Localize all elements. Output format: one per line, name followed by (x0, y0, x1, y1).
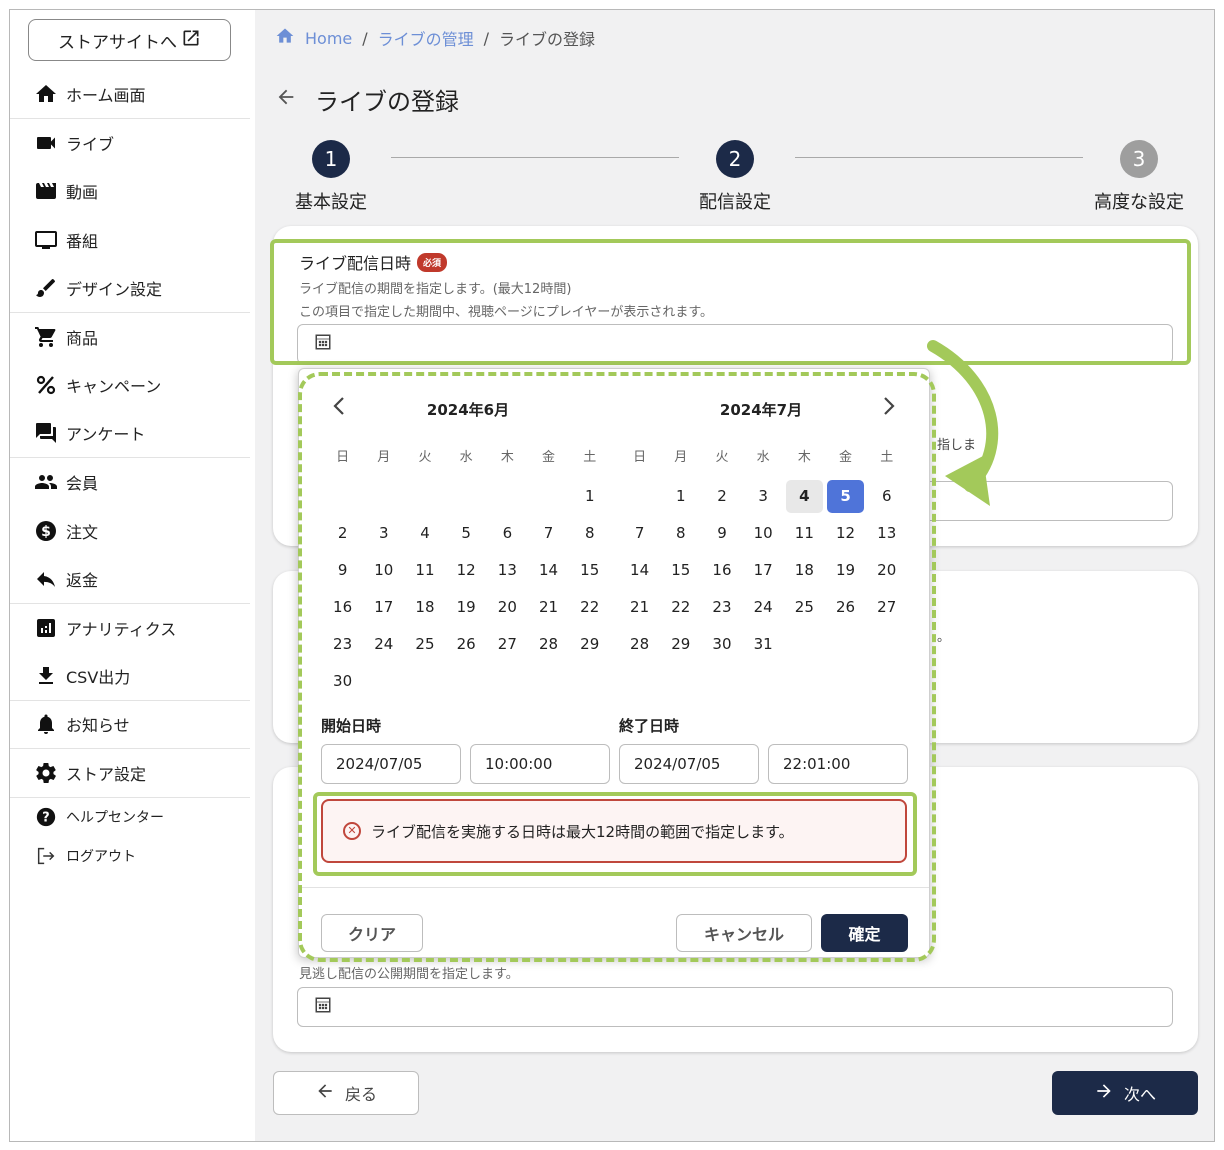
sidebar-item-members[interactable]: 会員 (10, 458, 250, 507)
sidebar-item-campaigns[interactable]: キャンペーン (10, 361, 250, 410)
back-button[interactable]: 戻る (273, 1071, 419, 1115)
cart-icon (34, 325, 58, 349)
sidebar-item-help[interactable]: ? ヘルプセンター (10, 798, 250, 837)
dollar-icon: $ (34, 519, 58, 543)
sidebar-item-store-settings[interactable]: ストア設定 (10, 749, 250, 798)
peek-text: 。 (937, 630, 951, 645)
sidebar-item-surveys[interactable]: アンケート (10, 410, 250, 458)
archive-period-input[interactable] (297, 987, 1173, 1027)
video-camera-icon (34, 131, 58, 155)
sidebar-item-orders[interactable]: $ 注文 (10, 507, 250, 556)
sidebar-item-label: ライブ (66, 134, 115, 154)
sidebar-item-label: デザイン設定 (66, 279, 163, 299)
next-button-label: 次へ (1123, 1085, 1156, 1104)
svg-text:?: ? (42, 811, 49, 826)
sidebar-item-label: ストア設定 (66, 764, 147, 784)
back-arrow-icon[interactable] (275, 86, 297, 114)
sidebar-item-label: ヘルプセンター (66, 810, 164, 826)
step-number: 2 (716, 140, 754, 178)
gear-icon (34, 761, 58, 785)
step-label: 高度な設定 (1094, 192, 1184, 213)
step-advanced: 3 高度な設定 (1079, 140, 1199, 214)
title-row: ライブの登録 (275, 82, 459, 117)
sidebar-item-programs[interactable]: 番組 (10, 216, 250, 265)
sidebar-item-home[interactable]: ホーム画面 (10, 70, 250, 119)
store-site-button[interactable]: ストアサイトへ (28, 19, 231, 61)
sidebar-item-products[interactable]: 商品 (10, 313, 250, 362)
download-icon (34, 664, 58, 688)
help-icon: ? (34, 805, 58, 829)
highlight-frame (270, 239, 1191, 365)
breadcrumb-home[interactable]: Home (305, 29, 352, 48)
step-connector (795, 157, 1083, 158)
step-connector (391, 157, 679, 158)
sidebar-item-label: お知らせ (66, 716, 130, 736)
arrow-left-icon (315, 1081, 335, 1105)
sidebar-item-design[interactable]: デザイン設定 (10, 264, 250, 313)
breadcrumb-separator: / (362, 28, 368, 48)
store-site-label: ストアサイトへ (58, 32, 177, 53)
step-basic: 1 基本設定 (271, 140, 391, 214)
brush-icon (34, 276, 58, 300)
analytics-icon (34, 616, 58, 640)
step-label: 基本設定 (295, 192, 367, 213)
sidebar-item-analytics[interactable]: アナリティクス (10, 604, 250, 653)
sidebar-item-label: 商品 (66, 328, 99, 348)
sidebar-item-label: 動画 (66, 183, 99, 203)
sidebar-item-label: 番組 (66, 231, 99, 251)
breadcrumb-current: ライブの登録 (499, 30, 596, 49)
breadcrumb-live-manage[interactable]: ライブの管理 (378, 26, 474, 50)
calendar-icon (314, 996, 332, 1018)
breadcrumb-separator: / (483, 28, 490, 48)
sidebar-item-label: アンケート (66, 425, 146, 445)
sidebar-item-label: キャンペーン (66, 377, 162, 397)
archive-hint: 見逃し配信の公開期間を指定します。 (299, 967, 519, 982)
clapperboard-icon (34, 179, 58, 203)
sidebar-item-csv[interactable]: CSV出力 (10, 652, 250, 701)
reply-icon (34, 567, 58, 591)
app-window: ストアサイトへ ホーム画面 ライブ 動画 番組 デザイン設定 商品 キャンペーン… (9, 9, 1215, 1142)
external-link-icon (181, 28, 201, 53)
step-number: 1 (312, 140, 350, 178)
next-button[interactable]: 次へ (1052, 1071, 1198, 1115)
sidebar-nav: ホーム画面 ライブ 動画 番組 デザイン設定 商品 キャンペーン アンケート 会… (10, 70, 250, 876)
home-icon (275, 26, 295, 50)
step-label: 配信設定 (699, 192, 771, 213)
stepper: 1 基本設定 2 配信設定 3 高度な設定 (275, 140, 1195, 220)
sidebar-item-label: アナリティクス (66, 619, 177, 639)
back-button-label: 戻る (344, 1085, 377, 1104)
breadcrumb: Home / ライブの管理 / ライブの登録 (275, 26, 595, 50)
main-content: Home / ライブの管理 / ライブの登録 ライブの登録 1 基本設定 2 配… (255, 10, 1214, 1141)
sidebar-item-label: CSV出力 (66, 667, 131, 687)
sidebar: ストアサイトへ ホーム画面 ライブ 動画 番組 デザイン設定 商品 キャンペーン… (10, 10, 254, 1141)
sidebar-item-label: 注文 (66, 522, 99, 542)
sidebar-item-label: 返金 (66, 570, 99, 590)
sidebar-item-videos[interactable]: 動画 (10, 167, 250, 216)
step-number: 3 (1120, 140, 1158, 178)
logout-icon (34, 844, 58, 868)
highlight-error-frame (313, 792, 917, 876)
people-icon (34, 470, 58, 494)
step-delivery: 2 配信設定 (675, 140, 795, 214)
sidebar-item-refunds[interactable]: 返金 (10, 555, 250, 604)
percent-icon (34, 373, 58, 397)
bell-icon (34, 712, 58, 736)
svg-text:$: $ (41, 524, 51, 540)
home-icon (34, 82, 58, 106)
page-title: ライブの登録 (315, 88, 459, 116)
sidebar-item-live[interactable]: ライブ (10, 119, 250, 168)
sidebar-item-label: ログアウト (66, 849, 136, 865)
monitor-icon (34, 228, 58, 252)
sidebar-item-label: 会員 (66, 474, 99, 494)
sidebar-item-notices[interactable]: お知らせ (10, 701, 250, 749)
arrow-right-icon (1094, 1081, 1114, 1105)
sidebar-item-label: ホーム画面 (66, 85, 146, 105)
chat-bubbles-icon (34, 421, 58, 445)
sidebar-item-logout[interactable]: ログアウト (10, 837, 250, 876)
